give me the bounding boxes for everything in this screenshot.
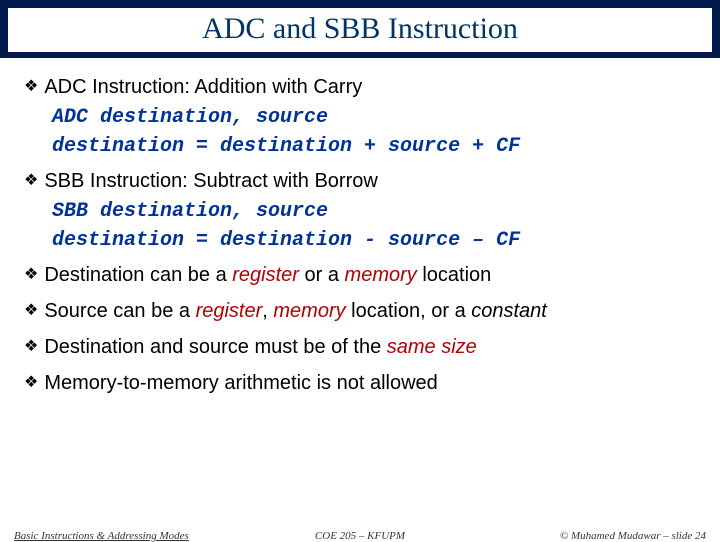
- bullet-mem2mem: ❖ Memory-to-memory arithmetic is not all…: [24, 370, 696, 396]
- bullet-icon: ❖: [24, 168, 38, 194]
- text-frag: Destination can be a: [44, 264, 232, 286]
- title-bar: ADC and SBB Instruction: [0, 0, 720, 58]
- slide-body: ❖ ADC Instruction: Addition with Carry A…: [0, 58, 720, 396]
- kw-samesize: same size: [387, 336, 477, 358]
- code-adc-semantics: destination = destination + source + CF: [52, 135, 696, 158]
- footer-right: © Muhamed Mudawar – slide 24: [560, 530, 706, 542]
- bullet-icon: ❖: [24, 298, 38, 324]
- bullet-text: Memory-to-memory arithmetic is not allow…: [44, 370, 437, 396]
- text-frag: location, or a: [346, 300, 472, 322]
- bullet-dest: ❖ Destination can be a register or a mem…: [24, 262, 696, 288]
- bullet-sbb: ❖ SBB Instruction: Subtract with Borrow: [24, 168, 696, 194]
- bullet-text: Source can be a register, memory locatio…: [44, 298, 547, 324]
- bullet-source: ❖ Source can be a register, memory locat…: [24, 298, 696, 324]
- text-frag: Destination and source must be of the: [44, 336, 386, 358]
- kw-register: register: [232, 264, 299, 286]
- bullet-samesize: ❖ Destination and source must be of the …: [24, 334, 696, 360]
- text-frag: Source can be a: [44, 300, 195, 322]
- bullet-text: ADC Instruction: Addition with Carry: [44, 74, 362, 100]
- slide-title: ADC and SBB Instruction: [8, 8, 712, 52]
- code-adc-syntax: ADC destination, source: [52, 106, 696, 129]
- kw-memory: memory: [345, 264, 417, 286]
- code-sbb-syntax: SBB destination, source: [52, 200, 696, 223]
- bullet-text: Destination can be a register or a memor…: [44, 262, 491, 288]
- bullet-icon: ❖: [24, 262, 38, 288]
- code-sbb-semantics: destination = destination - source – CF: [52, 229, 696, 252]
- bullet-icon: ❖: [24, 370, 38, 396]
- text-frag: location: [417, 264, 492, 286]
- bullet-text: SBB Instruction: Subtract with Borrow: [44, 168, 377, 194]
- bullet-text: Destination and source must be of the sa…: [44, 334, 476, 360]
- bullet-icon: ❖: [24, 334, 38, 360]
- bullet-icon: ❖: [24, 74, 38, 100]
- kw-register: register: [196, 300, 263, 322]
- text-frag: or a: [299, 264, 345, 286]
- kw-memory: memory: [273, 300, 345, 322]
- bullet-adc: ❖ ADC Instruction: Addition with Carry: [24, 74, 696, 100]
- text-frag: ,: [262, 300, 273, 322]
- kw-constant: constant: [471, 300, 547, 322]
